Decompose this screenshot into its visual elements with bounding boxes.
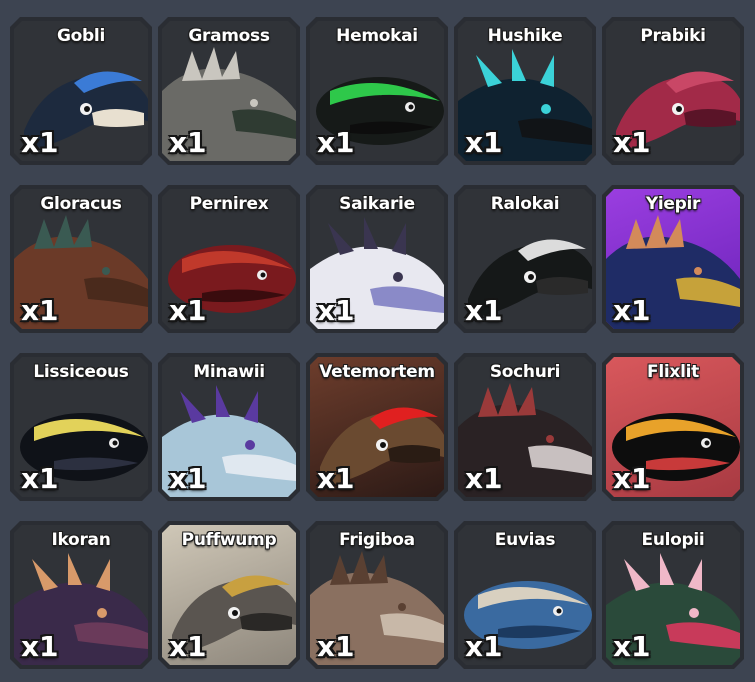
creature-name: Gloracus [40, 194, 122, 214]
creature-card[interactable]: Saikarie x1 [306, 185, 448, 333]
creature-card[interactable]: Euvias x1 [454, 521, 596, 669]
creature-count: x1 [21, 630, 59, 663]
creature-card[interactable]: Lissiceous x1 [10, 353, 152, 501]
creature-count: x1 [169, 126, 207, 159]
creature-card[interactable]: Pernirex x1 [158, 185, 300, 333]
creature-count: x1 [613, 462, 651, 495]
creature-name: Ralokai [490, 194, 560, 214]
creature-name: Vetemortem [319, 362, 435, 382]
creature-count: x1 [317, 126, 355, 159]
creature-count: x1 [613, 630, 651, 663]
creature-name: Sochuri [489, 362, 561, 382]
creature-count: x1 [317, 462, 355, 495]
creature-count: x1 [21, 294, 59, 327]
creature-count: x1 [169, 294, 207, 327]
creature-card[interactable]: Prabiki x1 [602, 17, 744, 165]
creature-card[interactable]: Gramoss x1 [158, 17, 300, 165]
creature-name: Saikarie [339, 194, 415, 214]
creature-count: x1 [465, 630, 503, 663]
creature-count: x1 [21, 462, 59, 495]
creature-count: x1 [169, 630, 207, 663]
creature-count: x1 [21, 126, 59, 159]
creature-card[interactable]: Minawii x1 [158, 353, 300, 501]
creature-card[interactable]: Yiepir x1 [602, 185, 744, 333]
creature-card[interactable]: Vetemortem x1 [306, 353, 448, 501]
creature-name: Ikoran [51, 530, 111, 550]
creature-card[interactable]: Eulopii x1 [602, 521, 744, 669]
creature-count: x1 [169, 462, 207, 495]
creature-name: Frigiboa [339, 530, 415, 550]
creature-card[interactable]: Frigiboa x1 [306, 521, 448, 669]
creature-card[interactable]: Hushike x1 [454, 17, 596, 165]
creature-count: x1 [465, 462, 503, 495]
creature-count: x1 [317, 630, 355, 663]
creature-card[interactable]: Ikoran x1 [10, 521, 152, 669]
creature-count: x1 [465, 294, 503, 327]
creature-card[interactable]: Ralokai x1 [454, 185, 596, 333]
creature-name: Pernirex [189, 194, 269, 214]
creature-card[interactable]: Puffwump x1 [158, 521, 300, 669]
creature-name: Puffwump [181, 530, 277, 550]
creature-name: Hemokai [336, 26, 418, 46]
creature-name: Gramoss [188, 26, 270, 46]
creature-name: Gobli [57, 26, 105, 46]
creature-count: x1 [613, 294, 651, 327]
creature-count: x1 [317, 294, 355, 327]
creature-card[interactable]: Gobli x1 [10, 17, 152, 165]
creature-name: Lissiceous [33, 362, 129, 382]
creature-card[interactable]: Gloracus x1 [10, 185, 152, 333]
creature-card[interactable]: Hemokai x1 [306, 17, 448, 165]
creature-count: x1 [465, 126, 503, 159]
creature-name: Minawii [193, 362, 265, 382]
creature-count: x1 [613, 126, 651, 159]
creature-card[interactable]: Flixlit x1 [602, 353, 744, 501]
creature-inventory-grid: Gobli x1 Gramoss x1 Hemokai x1 Hushike x1 Pr… [10, 17, 744, 669]
creature-name: Eulopii [641, 530, 705, 550]
creature-name: Flixlit [647, 362, 699, 382]
creature-name: Hushike [487, 26, 563, 46]
creature-name: Yiepir [645, 194, 701, 214]
creature-name: Euvias [494, 530, 556, 550]
creature-name: Prabiki [640, 26, 706, 46]
creature-card[interactable]: Sochuri x1 [454, 353, 596, 501]
